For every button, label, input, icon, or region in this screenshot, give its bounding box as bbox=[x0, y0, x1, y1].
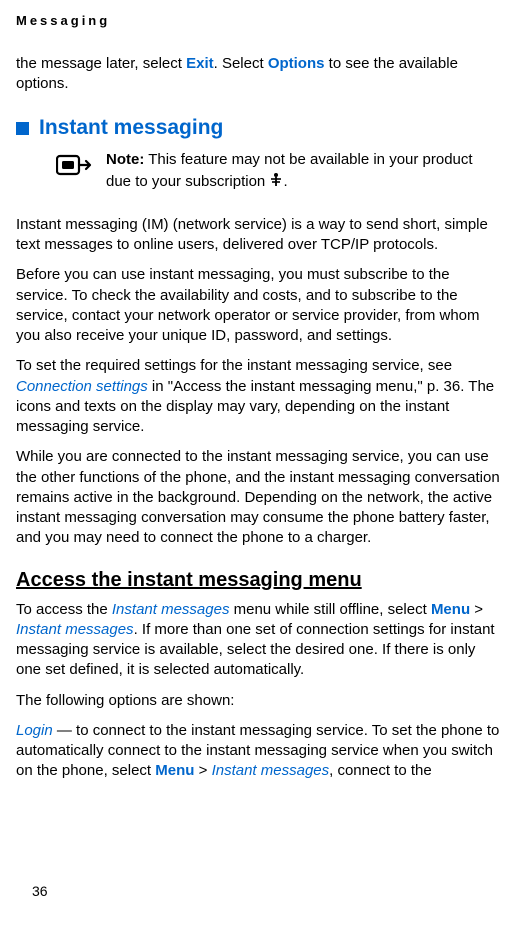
subsection-heading-access: Access the instant messaging menu bbox=[16, 567, 501, 594]
menu-link-2[interactable]: Menu bbox=[155, 762, 194, 779]
page-number: 36 bbox=[32, 882, 48, 901]
intro-paragraph: the message later, select Exit. Select O… bbox=[16, 54, 501, 95]
intro-mid: . Select bbox=[214, 55, 268, 72]
exit-link[interactable]: Exit bbox=[186, 55, 214, 72]
note-icon bbox=[56, 152, 92, 188]
note-body: This feature may not be available in you… bbox=[106, 151, 473, 189]
section-heading-text: Instant messaging bbox=[39, 114, 223, 142]
para-background: While you are connected to the instant m… bbox=[16, 447, 501, 548]
para-access: To access the Instant messages menu whil… bbox=[16, 600, 501, 681]
options-link[interactable]: Options bbox=[268, 55, 325, 72]
square-bullet-icon bbox=[16, 122, 29, 135]
para-options-shown: The following options are shown: bbox=[16, 691, 501, 711]
page-header: Messaging bbox=[16, 12, 501, 30]
para7-suffix: , connect to the bbox=[329, 762, 432, 779]
para-login: Login — to connect to the instant messag… bbox=[16, 721, 501, 782]
note-text: Note: This feature may not be available … bbox=[106, 150, 501, 193]
para7-gt: > bbox=[194, 762, 211, 779]
connection-settings-link[interactable]: Connection settings bbox=[16, 378, 148, 395]
note-block: Note: This feature may not be available … bbox=[56, 150, 501, 193]
para-settings: To set the required settings for the ins… bbox=[16, 356, 501, 437]
note-label: Note: bbox=[106, 151, 144, 168]
menu-link-1[interactable]: Menu bbox=[431, 601, 470, 618]
intro-prefix: the message later, select bbox=[16, 55, 186, 72]
para-im-intro: Instant messaging (IM) (network service)… bbox=[16, 215, 501, 256]
instant-messages-link-1[interactable]: Instant messages bbox=[112, 601, 230, 618]
note-tail: . bbox=[283, 173, 287, 190]
para3-prefix: To set the required settings for the ins… bbox=[16, 357, 452, 374]
instant-messages-link-3[interactable]: Instant messages bbox=[212, 762, 330, 779]
para5-mid1: menu while still offline, select bbox=[229, 601, 430, 618]
antenna-icon bbox=[269, 171, 283, 193]
para5-gt: > bbox=[470, 601, 483, 618]
instant-messages-link-2[interactable]: Instant messages bbox=[16, 621, 134, 638]
para-subscribe: Before you can use instant messaging, yo… bbox=[16, 265, 501, 346]
login-link[interactable]: Login bbox=[16, 722, 53, 739]
para5-prefix: To access the bbox=[16, 601, 112, 618]
section-heading-instant-messaging: Instant messaging bbox=[16, 114, 501, 142]
